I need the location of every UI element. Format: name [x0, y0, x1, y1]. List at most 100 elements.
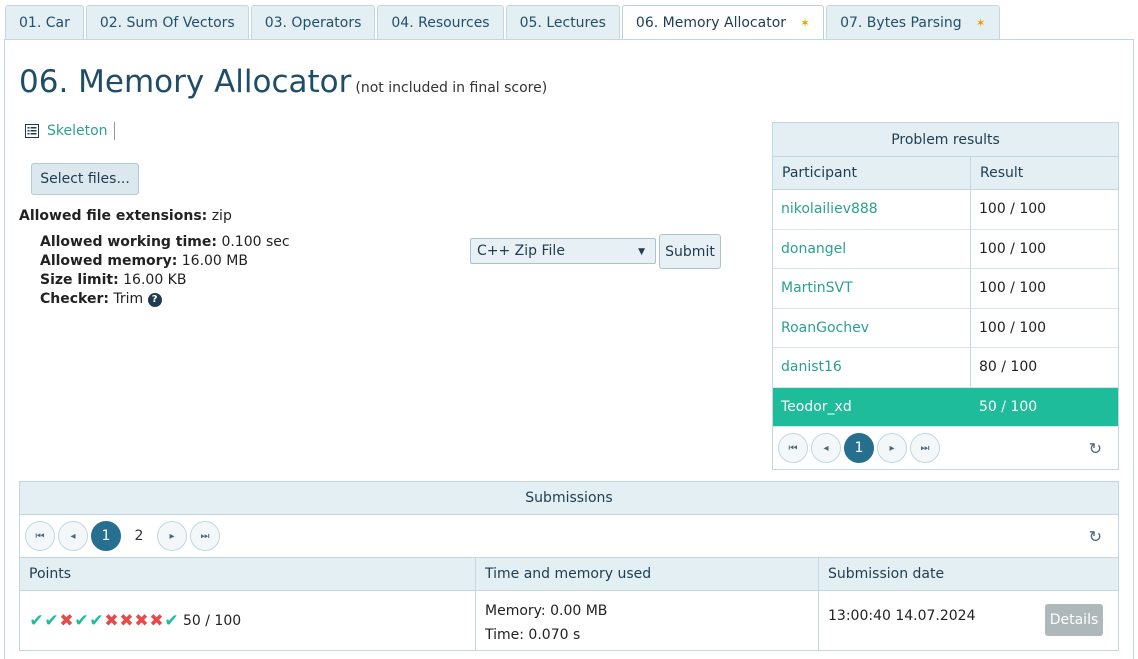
submissions-grid: Submissions ⏮ ◂ 1 2 ▸ ⏭ ↻ Points Time an… — [19, 481, 1119, 651]
results-caption: Problem results — [773, 123, 1118, 157]
divider — [113, 122, 115, 140]
skeleton-link[interactable]: Skeleton — [47, 123, 108, 139]
submissions-pager: ⏮ ◂ 1 2 ▸ ⏭ ↻ — [20, 515, 1118, 558]
tab-02-sum-of-vectors[interactable]: 02. Sum Of Vectors — [85, 5, 249, 40]
results-row: RoanGochev 100 / 100 — [773, 308, 1118, 348]
select-files-button[interactable]: Select files... — [31, 163, 139, 195]
chevron-down-icon: ▼ — [638, 247, 645, 257]
check-icon: ✔ — [89, 611, 104, 631]
tab-07-bytes-parsing[interactable]: 07. Bytes Parsing ✶ — [826, 5, 1000, 40]
tab-label: 02. Sum Of Vectors — [99, 15, 235, 31]
memory-used: Memory: 0.00 MB — [485, 603, 608, 619]
submission-points: 50 / 100 — [183, 613, 242, 629]
list-icon — [25, 124, 39, 138]
participant-link[interactable]: nikolailiev888 — [781, 201, 878, 217]
tab-06-memory-allocator[interactable]: 06. Memory Allocator ✶ — [621, 5, 825, 40]
submit-button[interactable]: Submit — [659, 234, 721, 269]
results-row-current-user: Teodor_xd 50 / 100 — [773, 387, 1118, 427]
date-header[interactable]: Submission date — [819, 558, 1118, 590]
submission-row: ✔ ✔ ✖ ✔ ✔ ✖ ✖ ✖ ✖ ✔ 50 / 100 Memory: 0.00 MB Time… — [20, 591, 1118, 651]
allowed-extensions: Allowed file extensions: zip — [19, 208, 232, 224]
last-page-icon[interactable]: ⏭ — [910, 433, 940, 463]
tab-label: 05. Lectures — [519, 15, 606, 31]
language-value: C++ Zip File — [477, 243, 565, 259]
next-page-icon[interactable]: ▸ — [157, 521, 187, 551]
result-value: 100 / 100 — [979, 240, 1047, 257]
cross-icon: ✖ — [104, 611, 119, 631]
prev-page-icon[interactable]: ◂ — [58, 521, 88, 551]
refresh-icon[interactable]: ↻ — [1089, 439, 1102, 458]
time-limit: Allowed working time: 0.100 sec — [40, 233, 290, 252]
result-value: 100 / 100 — [979, 201, 1047, 217]
results-row: nikolailiev888 100 / 100 — [773, 190, 1118, 230]
prev-page-icon[interactable]: ◂ — [811, 433, 841, 463]
checker-value: Trim — [113, 291, 144, 307]
participant-link[interactable]: Teodor_xd — [781, 399, 852, 415]
time-limit-value: 0.100 sec — [221, 234, 290, 250]
tab-03-operators[interactable]: 03. Operators — [250, 5, 376, 40]
problem-limits: Allowed working time: 0.100 sec Allowed … — [40, 233, 290, 309]
question-icon[interactable]: ? — [147, 293, 162, 307]
details-button[interactable]: Details — [1045, 604, 1103, 636]
test-results: ✔ ✔ ✖ ✔ ✔ ✖ ✖ ✖ ✖ ✔ — [29, 611, 179, 631]
extensions-value: zip — [211, 208, 232, 224]
score-note: (not included in final score) — [355, 80, 548, 96]
results-pager: ⏮ ◂ 1 ▸ ⏭ ↻ — [773, 427, 1118, 469]
star-icon: ✶ — [800, 16, 811, 30]
size-limit: Size limit: 16.00 KB — [40, 271, 290, 290]
participant-header[interactable]: Participant — [773, 157, 971, 189]
results-row: donangel 100 / 100 — [773, 229, 1118, 269]
check-icon: ✔ — [29, 611, 44, 631]
results-header: Participant Result — [773, 157, 1118, 190]
current-page-button[interactable]: 1 — [91, 521, 121, 551]
size-limit-label: Size limit: — [40, 272, 119, 288]
language-select[interactable]: C++ Zip File ▼ — [470, 238, 656, 264]
refresh-icon[interactable]: ↻ — [1089, 527, 1102, 546]
cross-icon: ✖ — [149, 611, 164, 631]
check-icon: ✔ — [74, 611, 89, 631]
cross-icon: ✖ — [119, 611, 134, 631]
time-limit-label: Allowed working time: — [40, 234, 217, 250]
star-icon: ✶ — [975, 16, 986, 30]
tab-04-resources[interactable]: 04. Resources — [377, 5, 504, 40]
check-icon: ✔ — [44, 611, 59, 631]
tab-05-lectures[interactable]: 05. Lectures — [505, 5, 620, 40]
participant-link[interactable]: danist16 — [781, 359, 842, 375]
cross-icon: ✖ — [134, 611, 149, 631]
check-icon: ✔ — [164, 611, 179, 631]
next-page-icon[interactable]: ▸ — [877, 433, 907, 463]
skeleton-link-group: Skeleton — [25, 122, 115, 140]
results-row: danist16 80 / 100 — [773, 348, 1118, 388]
tab-label: 03. Operators — [264, 15, 362, 31]
cross-icon: ✖ — [59, 611, 74, 631]
first-page-icon[interactable]: ⏮ — [25, 521, 55, 551]
submission-date: 13:00:40 14.07.2024 — [828, 608, 976, 624]
participant-link[interactable]: donangel — [781, 241, 846, 257]
submissions-header: Points Time and memory used Submission d… — [20, 558, 1118, 591]
result-value: 50 / 100 — [979, 398, 1038, 415]
result-value: 80 / 100 — [979, 359, 1038, 375]
result-value: 100 / 100 — [979, 319, 1047, 336]
points-header[interactable]: Points — [20, 558, 476, 590]
time-used: Time: 0.070 s — [485, 627, 581, 643]
time-memory-header[interactable]: Time and memory used — [476, 558, 819, 590]
size-limit-value: 16.00 KB — [123, 272, 187, 288]
tab-label: 07. Bytes Parsing — [840, 15, 962, 31]
results-row: MartinSVT 100 / 100 — [773, 269, 1118, 309]
participant-link[interactable]: RoanGochev — [781, 320, 869, 336]
problem-tabs: 01. Car 02. Sum Of Vectors 03. Operators… — [5, 5, 1002, 40]
current-page-button[interactable]: 1 — [844, 433, 874, 463]
memory-limit-label: Allowed memory: — [40, 253, 178, 269]
problem-results-grid: Problem results Participant Result nikol… — [772, 122, 1119, 470]
tab-label: 01. Car — [19, 15, 70, 31]
memory-limit-value: 16.00 MB — [181, 253, 248, 269]
participant-link[interactable]: MartinSVT — [781, 280, 853, 296]
result-header[interactable]: Result — [971, 157, 1118, 189]
page-2-link[interactable]: 2 — [124, 528, 154, 544]
tab-01-car[interactable]: 01. Car — [5, 5, 84, 40]
first-page-icon[interactable]: ⏮ — [778, 433, 808, 463]
last-page-icon[interactable]: ⏭ — [190, 521, 220, 551]
tab-label: 04. Resources — [391, 15, 490, 31]
memory-limit: Allowed memory: 16.00 MB — [40, 252, 290, 271]
result-value: 100 / 100 — [979, 280, 1047, 296]
